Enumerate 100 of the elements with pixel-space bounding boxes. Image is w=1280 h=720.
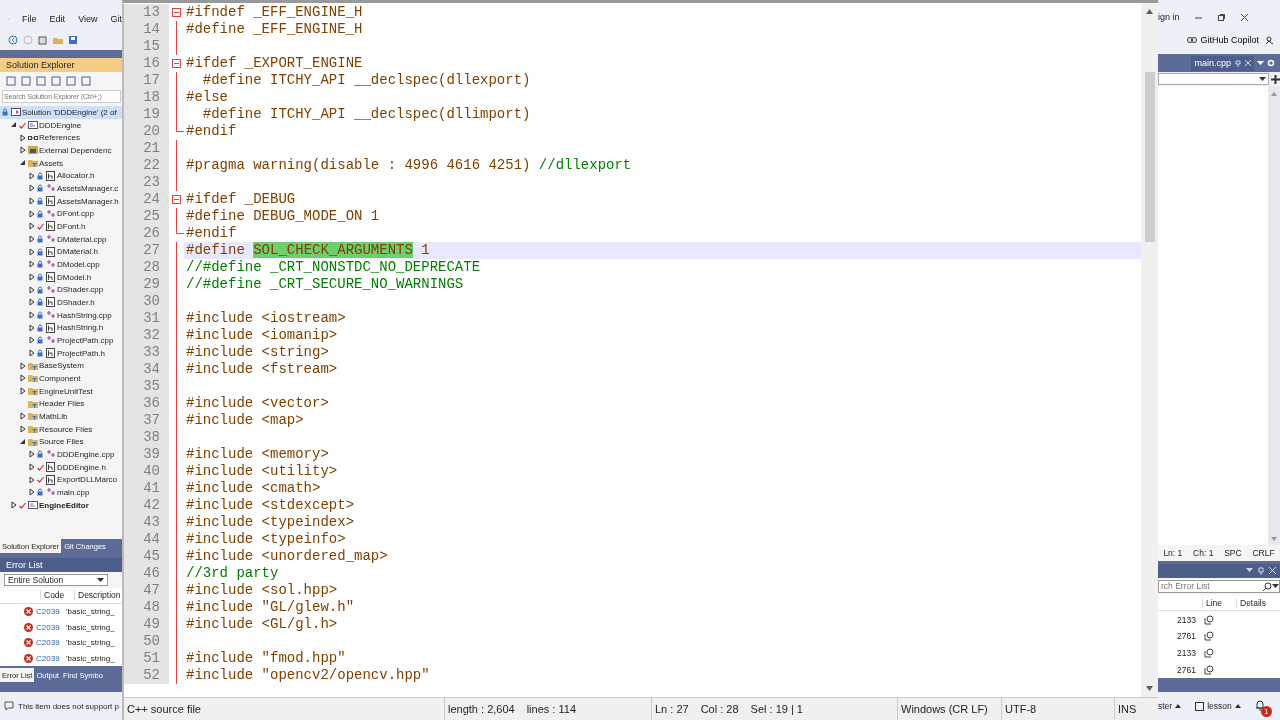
collapsed-arrow-icon[interactable] — [19, 374, 27, 383]
collapsed-arrow-icon[interactable] — [28, 171, 36, 180]
fold-collapse-icon[interactable] — [172, 59, 181, 68]
menu-item[interactable]: File — [22, 14, 37, 24]
pin-icon[interactable] — [1258, 566, 1264, 575]
scope-dropdown[interactable]: Entire Solution — [4, 574, 108, 587]
tree-item[interactable]: BaseSystem — [0, 359, 122, 373]
tree-item[interactable]: Source Files — [0, 435, 122, 449]
tree-item[interactable]: DShader.h — [0, 296, 122, 309]
tree-item[interactable]: External Dependenc — [0, 144, 122, 157]
tree-item[interactable]: Header Files — [0, 397, 122, 411]
collapsed-arrow-icon[interactable] — [19, 425, 27, 434]
tree-item[interactable]: Resource Files — [0, 422, 122, 436]
expanded-arrow-icon[interactable] — [10, 121, 18, 129]
collapsed-arrow-icon[interactable] — [28, 184, 36, 193]
branch-selector[interactable]: ster — [1158, 701, 1182, 711]
collapsed-arrow-icon[interactable] — [19, 387, 27, 396]
search-icon[interactable] — [1263, 581, 1272, 591]
close-icon[interactable] — [1239, 12, 1249, 22]
collapsed-arrow-icon[interactable] — [28, 197, 36, 206]
back-icon[interactable] — [8, 35, 18, 45]
caret-icon[interactable] — [97, 577, 104, 583]
error-code-link[interactable]: C2039 — [36, 653, 66, 663]
new-item-icon[interactable] — [38, 35, 48, 45]
collapsed-arrow-icon[interactable] — [28, 488, 36, 497]
column-header[interactable]: Code — [40, 590, 74, 601]
settings-icon[interactable] — [1267, 59, 1275, 67]
sign-in-link[interactable]: ign in — [1158, 12, 1180, 22]
tree-item[interactable]: DModel.cpp — [0, 258, 122, 271]
column-header[interactable]: Line — [1202, 597, 1236, 608]
pin-icon[interactable] — [1235, 59, 1241, 67]
collapsed-arrow-icon[interactable] — [10, 501, 18, 510]
menu-item[interactable]: View — [78, 14, 98, 24]
add-icon[interactable] — [1271, 74, 1280, 84]
feedback-icon[interactable] — [1265, 35, 1274, 45]
collapsed-arrow-icon[interactable] — [28, 336, 36, 345]
fold-collapse-icon[interactable] — [172, 195, 181, 204]
scroll-down-icon[interactable] — [1146, 686, 1153, 691]
collapsed-arrow-icon[interactable] — [28, 260, 36, 269]
collapsed-arrow-icon[interactable] — [28, 209, 36, 218]
tree-item[interactable]: DFont.h — [0, 220, 122, 233]
collapsed-arrow-icon[interactable] — [28, 463, 36, 472]
collapsed-arrow-icon[interactable] — [28, 475, 36, 484]
tree-item[interactable]: DMaterial.cpp — [0, 232, 122, 246]
scrollbar-thumb[interactable] — [1144, 72, 1155, 242]
details-icon[interactable] — [1204, 614, 1214, 625]
collapsed-arrow-icon[interactable] — [19, 133, 27, 142]
details-icon[interactable] — [1204, 648, 1214, 659]
details-icon[interactable] — [1204, 631, 1214, 642]
column-header[interactable]: Details — [1236, 597, 1268, 608]
collapsed-arrow-icon[interactable] — [28, 323, 36, 332]
collapsed-arrow-icon[interactable] — [28, 349, 36, 358]
fold-collapse-icon[interactable] — [172, 8, 181, 17]
bell-icon[interactable] — [1254, 700, 1265, 711]
collapsed-arrow-icon[interactable] — [19, 361, 27, 370]
collapsed-arrow-icon[interactable] — [28, 298, 36, 307]
tree-item[interactable]: EngineEditor — [0, 498, 122, 512]
tree-item[interactable]: ProjectPath.h — [0, 346, 122, 360]
tree-item[interactable]: Assets — [0, 156, 122, 170]
collapsed-arrow-icon[interactable] — [28, 450, 36, 459]
tree-item[interactable]: AssetsManager.h — [0, 194, 122, 208]
tree-item[interactable]: ExportDLLMarco — [0, 473, 122, 487]
tree-item[interactable]: DModel.h — [0, 270, 122, 284]
collapsed-arrow-icon[interactable] — [28, 273, 36, 282]
collapsed-arrow-icon[interactable] — [19, 412, 27, 421]
tree-item[interactable]: DShader.cpp — [0, 283, 122, 297]
tree-item[interactable]: EngineUnitTest — [0, 384, 122, 398]
expanded-arrow-icon[interactable] — [19, 437, 27, 446]
document-tab[interactable]: main.cpp — [1191, 55, 1254, 71]
copilot-button[interactable]: GitHub Copilot — [1187, 35, 1259, 45]
tree-item[interactable]: HashString.h — [0, 321, 122, 335]
tree-item[interactable]: HashString.cpp — [0, 308, 122, 322]
collapsed-arrow-icon[interactable] — [19, 146, 27, 155]
collapsed-arrow-icon[interactable] — [28, 222, 36, 231]
tree-item[interactable]: main.cpp — [0, 486, 122, 499]
error-code-link[interactable]: C2039 — [36, 622, 66, 632]
repository-selector[interactable]: lesson — [1195, 701, 1241, 711]
search-field[interactable]: rch Error List — [1158, 579, 1280, 593]
scroll-up-icon[interactable] — [1146, 9, 1153, 14]
tree-item[interactable]: DDDEngine.cpp — [0, 448, 122, 461]
collapsed-arrow-icon[interactable] — [28, 235, 36, 244]
tree-item[interactable]: Solution 'DDDEngine' (2 of — [0, 106, 122, 119]
scrollbar[interactable] — [1141, 3, 1158, 697]
tree-item[interactable]: DDDEngine.h — [0, 460, 122, 474]
error-code-link[interactable]: C2039 — [36, 607, 66, 616]
caret-icon[interactable] — [1272, 583, 1279, 589]
tree-item[interactable]: Allocator.h — [0, 169, 122, 183]
tree-item[interactable]: DFont.cpp — [0, 207, 122, 221]
tree-item[interactable]: DDDEngine — [0, 118, 122, 132]
details-icon[interactable] — [1204, 664, 1214, 675]
collapsed-arrow-icon[interactable] — [28, 285, 36, 294]
tree-item[interactable]: ProjectPath.cpp — [0, 334, 122, 347]
caret-icon[interactable] — [1259, 76, 1266, 82]
expanded-arrow-icon[interactable] — [19, 159, 27, 167]
error-code-link[interactable]: C2039 — [36, 638, 66, 648]
save-icon[interactable] — [68, 35, 78, 45]
collapsed-arrow-icon[interactable] — [28, 311, 36, 320]
tree-item[interactable]: AssetsManager.c — [0, 182, 122, 195]
restore-icon[interactable] — [1216, 12, 1226, 22]
menu-item[interactable]: Git — [110, 14, 122, 24]
